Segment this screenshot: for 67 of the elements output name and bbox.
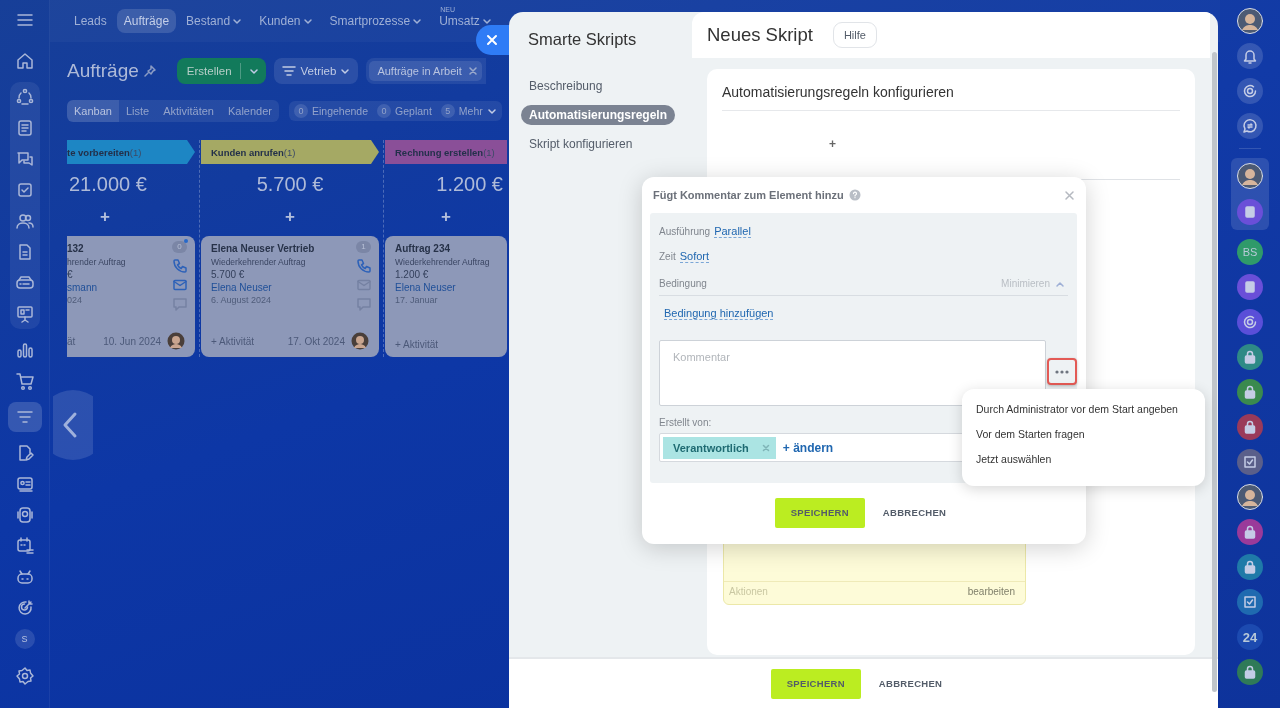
panel-nav-item[interactable]: Beschreibung: [521, 76, 611, 96]
contact-link[interactable]: Elena Neuser: [395, 282, 497, 293]
user-avatar[interactable]: S: [14, 629, 35, 649]
change-link[interactable]: + ändern: [782, 440, 834, 455]
save-button[interactable]: SPEICHERN: [770, 668, 861, 699]
deal-title: 132: [67, 243, 84, 254]
pipeline-button[interactable]: Vetrieb: [273, 58, 359, 84]
section-title: Automatisierungsregeln konfigurieren: [722, 84, 1180, 111]
nav-tab[interactable]: Kunden: [252, 9, 320, 33]
add-activity-link[interactable]: + Aktivität: [395, 339, 497, 350]
deal-amount: €: [67, 269, 74, 280]
stage-header[interactable]: Rechnung erstellen(1): [385, 140, 507, 164]
counter-filter[interactable]: 0 Eingehende: [294, 104, 369, 118]
add-button[interactable]: +: [100, 208, 110, 226]
add-activity-link[interactable]: ät: [67, 335, 98, 347]
chat-avatar[interactable]: 24: [1237, 624, 1263, 650]
panel-nav-item[interactable]: Automatisierungsregeln: [521, 105, 676, 125]
view-tab[interactable]: Aktivitäten: [156, 100, 221, 122]
cancel-button[interactable]: ABBRECHEN: [876, 506, 953, 519]
contact-link[interactable]: Elena Neuser: [211, 282, 369, 293]
add-button[interactable]: +: [441, 208, 451, 226]
field-label: Erstellt von:: [659, 417, 713, 428]
stage-header[interactable]: Kunden anrufen(1): [201, 140, 379, 164]
deal-title: Elena Neuser Vertrieb: [211, 243, 315, 254]
counter-filter[interactable]: 0 Geplant: [377, 104, 432, 118]
add-rule-button[interactable]: +: [829, 137, 836, 151]
field-label: Zeit: [659, 251, 676, 262]
comment-field[interactable]: Kommentar: [659, 340, 1046, 406]
add-button[interactable]: +: [285, 208, 295, 226]
deal-type: Wiederkehrender Auftrag: [211, 257, 307, 267]
nav-tab[interactable]: Aufträge: [116, 9, 177, 33]
view-tab[interactable]: Kanban: [67, 100, 119, 122]
deal-type: hrender Auftrag: [67, 257, 127, 267]
stage-total: 1.200 €: [435, 173, 504, 197]
value-link[interactable]: Parallel: [714, 225, 751, 238]
view-tab[interactable]: Liste: [118, 100, 157, 122]
counter-filter[interactable]: 5 Mehr: [440, 104, 497, 118]
create-button[interactable]: Erstellen: [176, 58, 266, 84]
edit-link[interactable]: bearbeiten: [967, 586, 1015, 597]
add-condition-link[interactable]: Bedingung hinzufügen: [664, 307, 774, 320]
view-tab[interactable]: Kalender: [220, 100, 279, 122]
help-button[interactable]: Hilfe: [832, 22, 877, 48]
page-title: Aufträge: [67, 60, 139, 82]
stage-total: 21.000 €: [68, 173, 148, 197]
section-label: Bedingung: [659, 278, 707, 289]
value-link[interactable]: Sofort: [679, 250, 710, 263]
panel-nav-item[interactable]: Skript konfigurieren: [521, 134, 641, 154]
deadline-date: 17. Okt 2024: [287, 335, 345, 347]
panel-title: Smarte Skripts: [528, 30, 637, 49]
stage-header[interactable]: te vorbereiten(1): [67, 140, 195, 164]
nav-tab[interactable]: Smartprozesse: [322, 9, 430, 33]
user-tag: Verantwortlich: [663, 436, 776, 459]
deal-title: Auftrag 234: [395, 243, 450, 254]
contact-link[interactable]: smann: [67, 282, 185, 293]
deal-amount: 1.200 €: [395, 269, 430, 280]
nav-tab[interactable]: Leads: [67, 9, 114, 33]
cancel-button[interactable]: ABBRECHEN: [872, 677, 949, 690]
save-button[interactable]: SPEICHERN: [774, 497, 865, 528]
deal-amount: 5.700 €: [211, 269, 246, 280]
dialog-title: Fügt Kommentar zum Element hinzu: [653, 189, 844, 201]
add-activity-link[interactable]: + Aktivität: [211, 335, 282, 347]
nav-tab[interactable]: Bestand: [179, 9, 250, 33]
deadline-date: 10. Jun 2024: [103, 335, 161, 347]
deal-type: Wiederkehrender Auftrag: [395, 257, 491, 267]
script-heading: Neues Skript: [707, 24, 813, 46]
stage-total: 5.700 €: [255, 173, 325, 197]
field-label: Ausführung: [659, 226, 711, 237]
